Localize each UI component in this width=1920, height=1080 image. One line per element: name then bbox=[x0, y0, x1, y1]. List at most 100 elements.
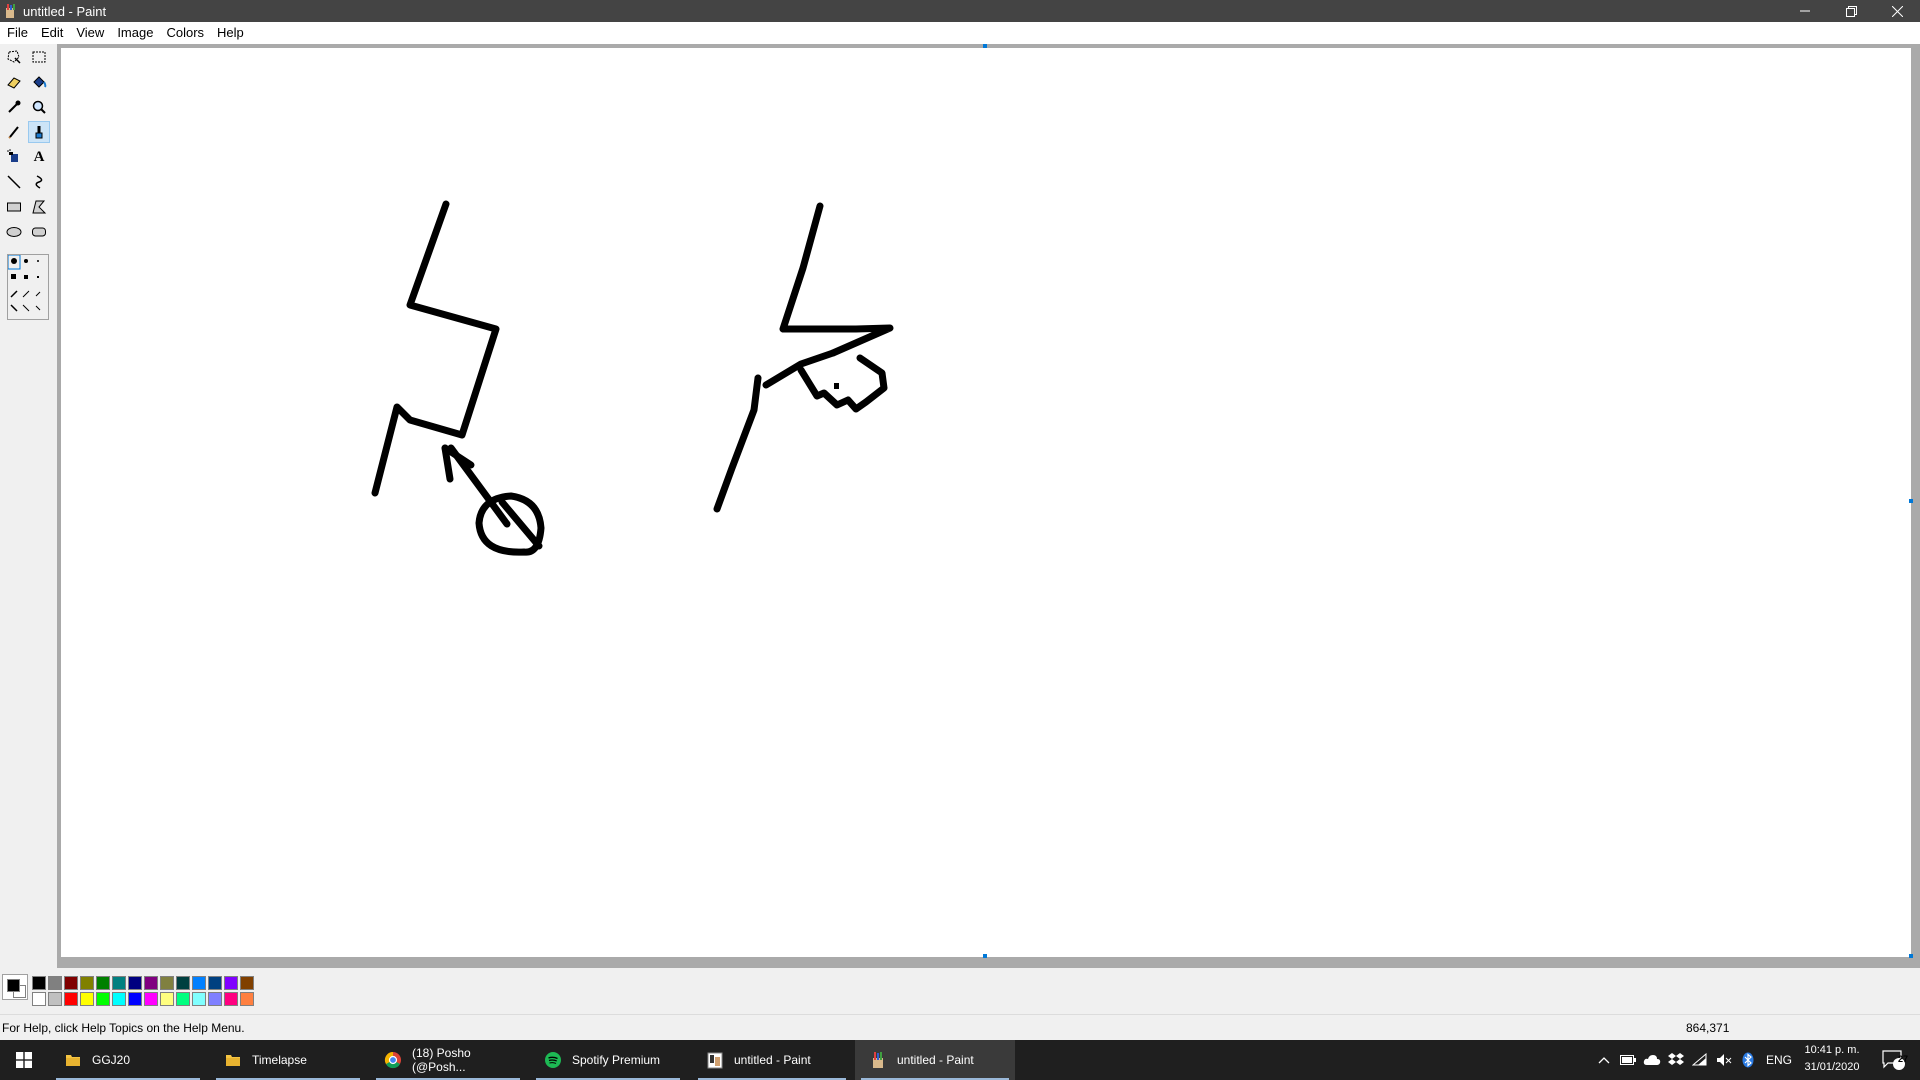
palette-swatch[interactable] bbox=[128, 992, 142, 1006]
tray-overflow-button[interactable] bbox=[1594, 1040, 1614, 1080]
palette-swatch[interactable] bbox=[48, 976, 62, 990]
palette-swatch[interactable] bbox=[208, 976, 222, 990]
tool-magnifier[interactable] bbox=[28, 96, 50, 118]
tray-network[interactable] bbox=[1690, 1040, 1710, 1080]
restore-icon bbox=[1845, 5, 1857, 17]
tray-battery[interactable] bbox=[1618, 1040, 1638, 1080]
menu-help[interactable]: Help bbox=[210, 22, 250, 44]
tool-select[interactable] bbox=[28, 46, 50, 68]
resize-handle-corner[interactable] bbox=[1909, 954, 1913, 958]
palette-swatch[interactable] bbox=[64, 992, 78, 1006]
ellipse-icon bbox=[6, 227, 22, 237]
line-icon bbox=[7, 175, 21, 189]
tool-ellipse[interactable] bbox=[3, 221, 25, 243]
palette-swatch[interactable] bbox=[144, 992, 158, 1006]
menu-file[interactable]: File bbox=[0, 22, 34, 44]
tray-clock[interactable]: 10:41 p. m. 31/01/2020 bbox=[1800, 1042, 1864, 1078]
paint-icon bbox=[869, 1051, 887, 1069]
minimize-button[interactable] bbox=[1782, 0, 1828, 22]
window-title: untitled - Paint bbox=[23, 3, 107, 19]
tool-pencil[interactable] bbox=[3, 121, 25, 143]
menu-edit[interactable]: Edit bbox=[34, 22, 69, 44]
folder-icon bbox=[64, 1051, 82, 1069]
tool-polygon[interactable] bbox=[28, 196, 50, 218]
palette-swatch[interactable] bbox=[80, 992, 94, 1006]
resize-handle-right[interactable] bbox=[1909, 499, 1913, 503]
tool-brush[interactable] bbox=[28, 121, 50, 143]
bluetooth-icon bbox=[1742, 1052, 1754, 1068]
action-center-button[interactable]: 27 bbox=[1872, 1040, 1916, 1080]
palette-swatch[interactable] bbox=[112, 992, 126, 1006]
menu-colors[interactable]: Colors bbox=[159, 22, 210, 44]
palette-swatch[interactable] bbox=[224, 976, 238, 990]
taskbar-item-ggj20[interactable]: GGJ20 bbox=[50, 1040, 206, 1080]
tool-curve[interactable] bbox=[28, 171, 50, 193]
task-label: GGJ20 bbox=[92, 1053, 131, 1067]
palette-swatch[interactable] bbox=[96, 992, 110, 1006]
palette-swatch[interactable] bbox=[128, 976, 142, 990]
tray-volume[interactable] bbox=[1714, 1040, 1734, 1080]
tray-language[interactable]: ENG bbox=[1762, 1040, 1796, 1080]
palette-swatch[interactable] bbox=[32, 976, 46, 990]
palette-swatch[interactable] bbox=[80, 976, 94, 990]
palette-swatch[interactable] bbox=[144, 976, 158, 990]
polygon-icon bbox=[32, 200, 47, 214]
color-palette bbox=[0, 968, 1920, 1014]
palette-swatch[interactable] bbox=[176, 976, 190, 990]
close-button[interactable] bbox=[1874, 0, 1920, 22]
chrome-icon bbox=[384, 1051, 402, 1069]
tool-text[interactable]: A bbox=[28, 146, 50, 168]
drawing-canvas[interactable] bbox=[61, 48, 1911, 957]
palette-swatch[interactable] bbox=[240, 976, 254, 990]
tray-dropbox[interactable] bbox=[1666, 1040, 1686, 1080]
restore-button[interactable] bbox=[1828, 0, 1874, 22]
palette-swatch[interactable] bbox=[224, 992, 238, 1006]
palette-swatch[interactable] bbox=[112, 976, 126, 990]
palette-swatch[interactable] bbox=[160, 992, 174, 1006]
paint-app-icon bbox=[6, 4, 15, 18]
tray-onedrive[interactable] bbox=[1642, 1040, 1662, 1080]
tool-rounded-rectangle[interactable] bbox=[28, 221, 50, 243]
menu-image[interactable]: Image bbox=[110, 22, 159, 44]
tool-box: A bbox=[0, 44, 57, 968]
notification-count: 27 bbox=[1897, 1054, 1908, 1064]
clock-time: 10:41 p. m. bbox=[1804, 1044, 1860, 1056]
cloud-icon bbox=[1643, 1055, 1661, 1065]
language-indicator: ENG bbox=[1765, 1053, 1792, 1067]
resize-handle-bottom[interactable] bbox=[983, 954, 987, 958]
palette-swatch[interactable] bbox=[32, 992, 46, 1006]
close-icon bbox=[1891, 5, 1903, 17]
brush-shape-options[interactable] bbox=[7, 254, 49, 320]
palette-swatch[interactable] bbox=[96, 976, 110, 990]
foreground-color-swatch[interactable] bbox=[7, 979, 20, 992]
tray-bluetooth[interactable] bbox=[1738, 1040, 1758, 1080]
tool-free-form-select[interactable] bbox=[3, 46, 25, 68]
resize-handle-top[interactable] bbox=[983, 44, 987, 48]
tool-rectangle[interactable] bbox=[3, 196, 25, 218]
palette-swatch[interactable] bbox=[192, 992, 206, 1006]
palette-swatch[interactable] bbox=[64, 976, 78, 990]
taskbar-item-paint-2[interactable]: untitled - Paint bbox=[855, 1040, 1015, 1080]
volume-muted-icon bbox=[1717, 1054, 1732, 1066]
airbrush-icon bbox=[7, 149, 18, 162]
taskbar-item-spotify[interactable]: Spotify Premium bbox=[530, 1040, 686, 1080]
palette-swatch[interactable] bbox=[160, 976, 174, 990]
palette-swatch[interactable] bbox=[48, 992, 62, 1006]
palette-swatch[interactable] bbox=[192, 976, 206, 990]
tool-airbrush[interactable] bbox=[3, 146, 25, 168]
menu-view[interactable]: View bbox=[69, 22, 110, 44]
current-colors[interactable] bbox=[2, 974, 28, 1000]
tool-fill[interactable] bbox=[28, 71, 50, 93]
tool-eraser[interactable] bbox=[3, 71, 25, 93]
tool-line[interactable] bbox=[3, 171, 25, 193]
canvas-drawing bbox=[371, 200, 894, 556]
palette-swatch[interactable] bbox=[240, 992, 254, 1006]
wifi-icon bbox=[1692, 1053, 1707, 1066]
tool-pick-color[interactable] bbox=[3, 96, 25, 118]
palette-swatch[interactable] bbox=[176, 992, 190, 1006]
taskbar-item-timelapse[interactable]: Timelapse bbox=[210, 1040, 366, 1080]
palette-swatch[interactable] bbox=[208, 992, 222, 1006]
start-button[interactable] bbox=[0, 1040, 48, 1080]
taskbar-item-paint-1[interactable]: untitled - Paint bbox=[692, 1040, 852, 1080]
taskbar-item-chrome[interactable]: (18) Posho (@Posh... bbox=[370, 1040, 526, 1080]
